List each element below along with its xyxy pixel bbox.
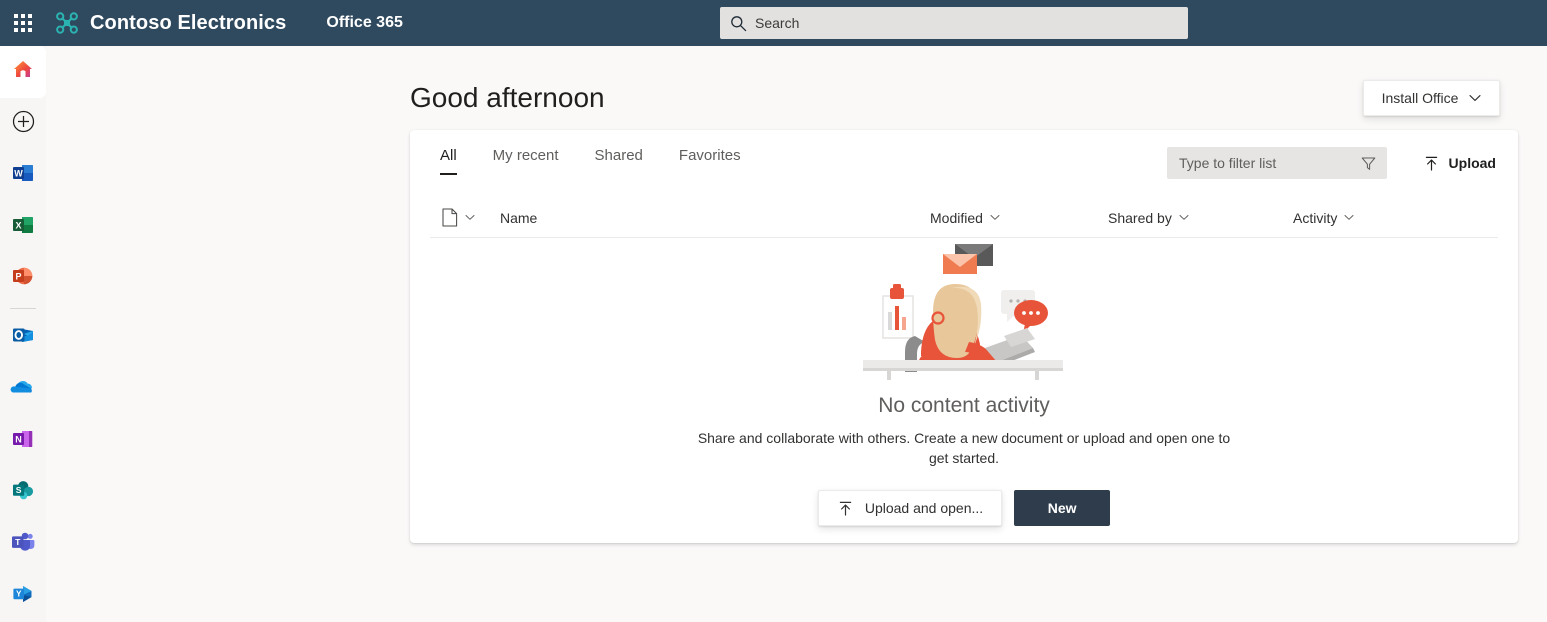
chevron-down-icon xyxy=(1179,214,1189,221)
rail-item-outlook[interactable] xyxy=(0,312,46,364)
filter-list-input[interactable] xyxy=(1179,155,1360,171)
suite-header-bar: Contoso Electronics Office 365 xyxy=(0,0,1547,46)
rail-item-yammer[interactable]: Y xyxy=(0,570,46,622)
file-list-header: Name Modified Shared by Activity xyxy=(430,198,1498,238)
search-box[interactable] xyxy=(720,7,1188,39)
svg-text:Y: Y xyxy=(16,589,22,598)
excel-icon: X xyxy=(11,213,35,242)
svg-text:P: P xyxy=(15,272,21,282)
outlook-icon xyxy=(11,323,35,352)
column-label-modified: Modified xyxy=(930,209,983,226)
column-header-shared-by[interactable]: Shared by xyxy=(1108,210,1293,226)
svg-text:W: W xyxy=(14,168,23,178)
powerpoint-icon: P xyxy=(11,264,35,293)
app-launcher-button[interactable] xyxy=(0,0,46,46)
filter-tabs: All My recent Shared Favorites xyxy=(430,146,759,175)
upload-arrow-icon xyxy=(1423,155,1440,172)
greeting-row: Good afternoon Install Office xyxy=(410,78,1547,138)
onenote-icon: N xyxy=(11,427,35,456)
filter-list-box[interactable] xyxy=(1167,147,1387,179)
rail-item-excel[interactable]: X xyxy=(0,201,46,253)
filter-funnel-icon[interactable] xyxy=(1360,155,1377,172)
empty-state-title: No content activity xyxy=(878,394,1050,417)
chevron-down-icon xyxy=(1344,214,1354,221)
brand-link[interactable]: Contoso Electronics xyxy=(54,11,286,35)
chevron-down-icon xyxy=(1469,94,1481,102)
suite-secondary-label[interactable]: Office 365 xyxy=(326,14,402,32)
app-rail: W X P N S T Y xyxy=(0,46,46,622)
column-header-activity[interactable]: Activity xyxy=(1293,210,1453,226)
column-header-file-type[interactable] xyxy=(430,208,500,227)
upload-button[interactable]: Upload xyxy=(1423,147,1496,179)
main-content: Good afternoon Install Office All My rec… xyxy=(46,46,1547,622)
svg-text:S: S xyxy=(15,485,21,495)
content-activity-card: All My recent Shared Favorites Type to f… xyxy=(410,130,1518,543)
column-label-name: Name xyxy=(500,209,538,226)
empty-state-description: Share and collaborate with others. Creat… xyxy=(697,430,1231,466)
rail-item-sharepoint[interactable]: S xyxy=(0,467,46,519)
rail-item-teams[interactable]: T xyxy=(0,519,46,571)
column-header-name[interactable]: Name xyxy=(500,210,930,226)
upload-arrow-icon xyxy=(837,500,854,517)
column-label-shared-by: Shared by xyxy=(1108,209,1172,226)
column-label-activity: Activity xyxy=(1293,209,1338,226)
card-toolbar: All My recent Shared Favorites Type to f… xyxy=(410,130,1518,194)
rail-item-onenote[interactable]: N xyxy=(0,415,46,467)
rail-item-word[interactable]: W xyxy=(0,149,46,201)
empty-state-actions: Upload and open... New xyxy=(817,490,1111,526)
rail-divider xyxy=(10,307,36,309)
rail-item-create-new[interactable] xyxy=(0,98,46,150)
column-header-modified[interactable]: Modified xyxy=(930,210,1108,226)
new-button[interactable]: New xyxy=(1014,490,1111,526)
document-icon xyxy=(442,208,458,227)
plus-circle-icon xyxy=(12,110,35,138)
upload-and-open-button[interactable]: Upload and open... xyxy=(817,490,1003,526)
upload-and-open-label: Upload and open... xyxy=(864,500,984,516)
rail-item-powerpoint[interactable]: P xyxy=(0,253,46,305)
empty-state: No content activity Share and collaborat… xyxy=(410,240,1518,526)
new-button-label: New xyxy=(1047,500,1077,516)
install-office-label: Install Office xyxy=(1381,90,1459,106)
person-at-desk-with-laptop-illustration xyxy=(859,240,1069,380)
svg-text:T: T xyxy=(15,537,21,547)
yammer-icon: Y xyxy=(11,582,35,611)
brand-name: Contoso Electronics xyxy=(90,11,287,34)
onedrive-icon xyxy=(10,375,36,404)
home-icon xyxy=(11,57,35,86)
word-icon: W xyxy=(11,161,35,190)
tab-my-recent[interactable]: My recent xyxy=(475,146,577,175)
tab-shared[interactable]: Shared xyxy=(577,146,661,175)
rail-item-home[interactable] xyxy=(0,46,46,98)
search-icon xyxy=(730,15,747,32)
chevron-down-icon xyxy=(990,214,1000,221)
teams-icon: T xyxy=(10,530,36,559)
waffle-grid-icon xyxy=(14,14,32,32)
tab-favorites[interactable]: Favorites xyxy=(661,146,759,175)
rail-item-onedrive[interactable] xyxy=(0,363,46,415)
install-office-button[interactable]: Install Office xyxy=(1363,80,1500,116)
chevron-down-icon xyxy=(465,214,475,221)
tab-all[interactable]: All xyxy=(430,146,475,175)
search-input[interactable] xyxy=(755,15,1178,31)
drone-logo-icon xyxy=(54,11,80,35)
svg-text:N: N xyxy=(15,434,22,444)
svg-text:X: X xyxy=(15,220,21,230)
upload-button-label: Upload xyxy=(1448,155,1496,171)
sharepoint-icon: S xyxy=(11,478,36,507)
